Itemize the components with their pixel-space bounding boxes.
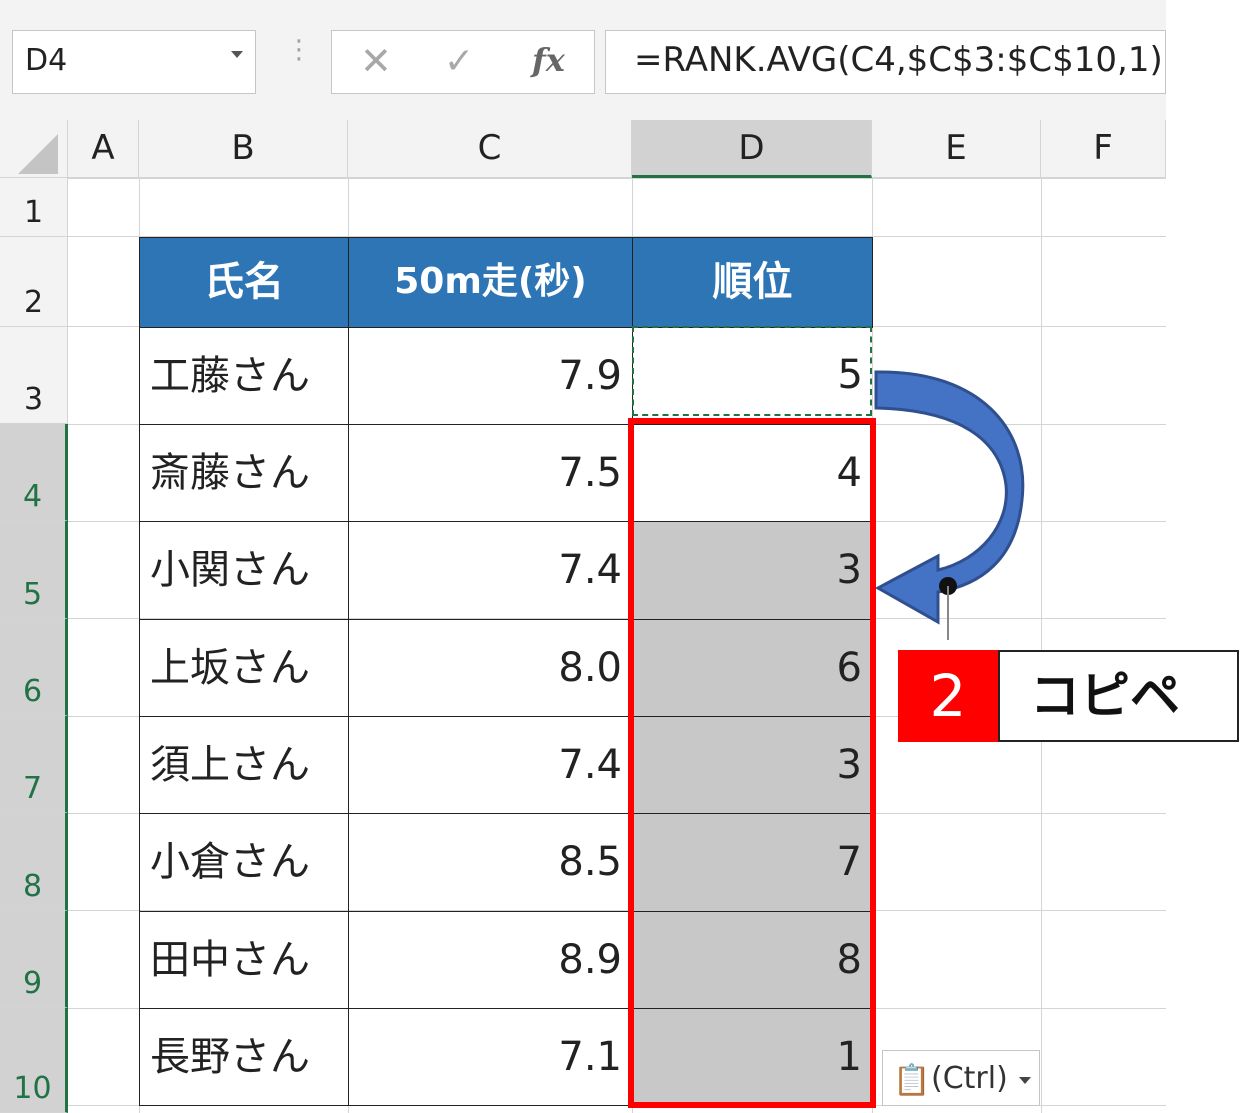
chevron-down-icon[interactable]	[231, 51, 243, 58]
cell-name[interactable]: 田中さん	[139, 911, 349, 1009]
cell-time[interactable]: 7.9	[348, 327, 633, 425]
cell-time[interactable]: 7.4	[348, 521, 633, 620]
row-header-1[interactable]: 1	[0, 178, 68, 237]
cell-time[interactable]: 7.1	[348, 1008, 633, 1106]
column-header-a[interactable]: A	[68, 120, 139, 178]
row-header-10[interactable]: 10	[0, 1008, 68, 1113]
formula-input[interactable]: =RANK.AVG(C4,$C$3:$C$10,1)	[605, 30, 1166, 94]
clipboard-icon: 📋	[893, 1063, 931, 1098]
row-number: 2	[23, 285, 44, 320]
row-number: 1	[23, 195, 44, 230]
cell-time[interactable]: 8.9	[348, 911, 633, 1009]
paste-options-label: (Ctrl)	[931, 1061, 1008, 1096]
step-label: コピペ	[998, 650, 1239, 742]
row-header-9[interactable]: 9	[0, 911, 68, 1008]
formula-text: =RANK.AVG(C4,$C$3:$C$10,1)	[634, 40, 1163, 80]
cell-name[interactable]: 上坂さん	[139, 619, 349, 717]
name-box[interactable]: D4	[12, 30, 256, 94]
row-header-3[interactable]: 3	[0, 327, 68, 424]
row-number: 10	[13, 1071, 52, 1106]
select-all-corner[interactable]	[0, 120, 68, 178]
grip-dots-icon[interactable]: ⋮	[286, 37, 312, 63]
cell-name[interactable]: 小倉さん	[139, 813, 349, 912]
column-header-e[interactable]: E	[872, 120, 1041, 178]
cell-name[interactable]: 長野さん	[139, 1008, 349, 1106]
formula-buttons: ✕ ✓ fx	[331, 30, 595, 94]
row-number: 8	[22, 869, 43, 904]
paste-range-highlight	[628, 418, 876, 1108]
column-header-b[interactable]: B	[139, 120, 348, 178]
step-number-badge: 2	[898, 650, 998, 742]
name-box-value: D4	[25, 43, 68, 78]
copy-marquee	[632, 326, 872, 416]
cell-time[interactable]: 7.4	[348, 716, 633, 814]
column-header-c[interactable]: C	[348, 120, 632, 178]
column-header-f[interactable]: F	[1041, 120, 1166, 178]
cell-name[interactable]: 須上さん	[139, 716, 349, 814]
row-header-8[interactable]: 8	[0, 813, 68, 911]
row-header-6[interactable]: 6	[0, 619, 68, 716]
row-number: 3	[23, 382, 44, 417]
cell-time[interactable]: 8.5	[348, 813, 633, 912]
table-header-name[interactable]: 氏名	[139, 237, 349, 328]
table-header-time[interactable]: 50m走(秒)	[348, 237, 633, 328]
insert-function-icon[interactable]: fx	[532, 41, 565, 79]
cell-name[interactable]: 斎藤さん	[139, 424, 349, 522]
paste-options-button[interactable]: 📋 (Ctrl)	[882, 1050, 1040, 1106]
row-number: 4	[22, 479, 43, 514]
chevron-down-icon[interactable]	[1019, 1077, 1031, 1084]
row-header-5[interactable]: 5	[0, 521, 68, 619]
cancel-icon[interactable]: ✕	[360, 39, 392, 83]
row-number: 7	[22, 771, 43, 806]
table-header-rank[interactable]: 順位	[632, 237, 873, 328]
row-header-4[interactable]: 4	[0, 424, 68, 521]
curved-arrow-icon	[874, 370, 1025, 640]
checkmark-icon[interactable]: ✓	[444, 41, 474, 82]
cell-time[interactable]: 7.5	[348, 424, 633, 522]
cell-time[interactable]: 8.0	[348, 619, 633, 717]
row-number: 5	[22, 577, 43, 612]
row-number: 9	[22, 966, 43, 1001]
row-number: 6	[22, 674, 43, 709]
row-header-2[interactable]: 2	[0, 237, 68, 327]
row-header-7[interactable]: 7	[0, 716, 68, 813]
cell-name[interactable]: 小関さん	[139, 521, 349, 620]
select-all-triangle-icon	[18, 134, 58, 174]
cell-name[interactable]: 工藤さん	[139, 327, 349, 425]
column-header-d[interactable]: D	[632, 120, 872, 178]
